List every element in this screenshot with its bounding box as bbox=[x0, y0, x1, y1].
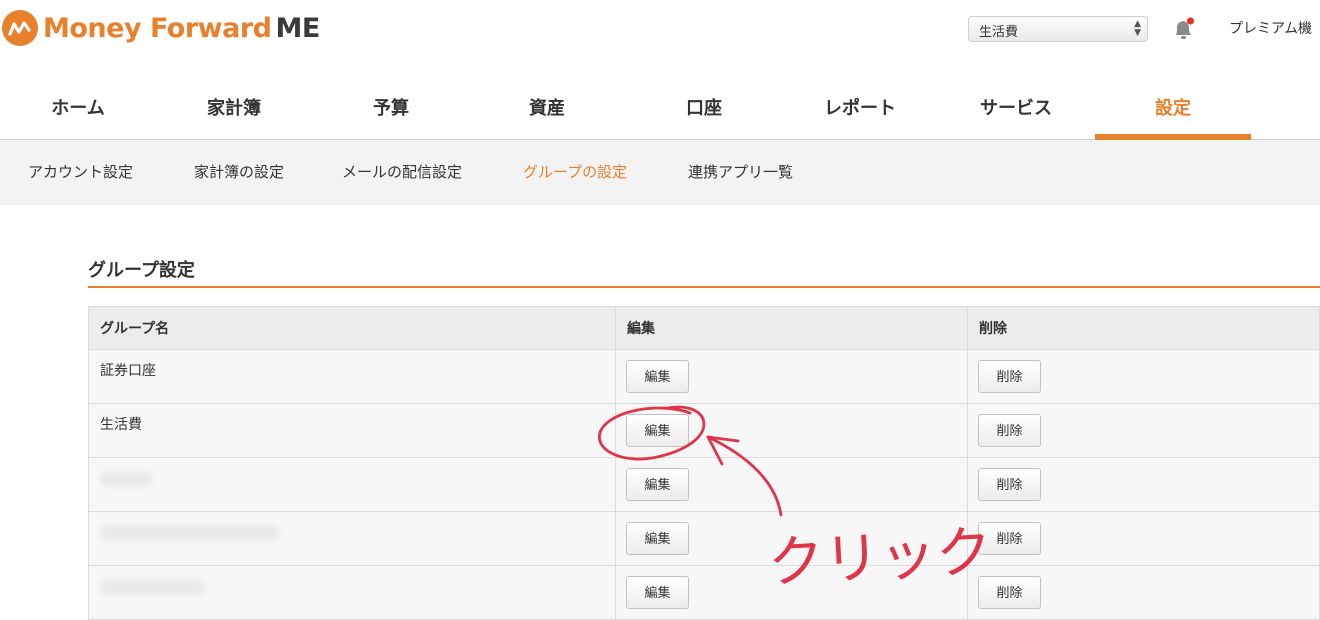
group-select-value: 生活費 bbox=[979, 25, 1019, 40]
delete-cell: 削除 bbox=[968, 350, 1320, 403]
group-name-cell bbox=[89, 458, 616, 511]
header-group-name: グループ名 bbox=[100, 321, 170, 337]
header-delete: 削除 bbox=[979, 321, 1007, 337]
table-row: 生活費 編集 削除 bbox=[89, 404, 1319, 458]
subnav-mail-settings[interactable]: メールの配信設定 bbox=[342, 161, 462, 182]
delete-button[interactable]: 削除 bbox=[978, 522, 1041, 555]
header-cell-delete: 削除 bbox=[968, 307, 1320, 349]
subnav-account-settings[interactable]: アカウント設定 bbox=[28, 161, 133, 182]
delete-button[interactable]: 削除 bbox=[978, 576, 1041, 609]
nav-accounts[interactable]: 口座 bbox=[626, 80, 782, 140]
group-select[interactable]: 生活費 ▲ ▼ bbox=[968, 16, 1148, 42]
nav-budget[interactable]: 予算 bbox=[313, 80, 469, 140]
delete-cell: 削除 bbox=[968, 404, 1320, 457]
delete-button[interactable]: 削除 bbox=[978, 414, 1041, 447]
header-cell-group-name: グループ名 bbox=[89, 307, 616, 349]
delete-cell: 削除 bbox=[968, 458, 1320, 511]
delete-cell: 削除 bbox=[968, 566, 1320, 619]
table-header-row: グループ名 編集 削除 bbox=[89, 307, 1319, 350]
notification-bell-icon[interactable] bbox=[1172, 16, 1196, 42]
section-divider bbox=[88, 286, 1320, 288]
logo[interactable]: Money Forward ME bbox=[2, 10, 320, 46]
edit-button[interactable]: 編集 bbox=[626, 576, 689, 609]
nav-report[interactable]: レポート bbox=[782, 80, 938, 140]
logo-mark-icon bbox=[2, 10, 38, 46]
logo-brand: Money Forward bbox=[43, 12, 272, 44]
header: Money Forward ME 生活費 ▲ ▼ プレミアム機 bbox=[0, 0, 1320, 70]
delete-button[interactable]: 削除 bbox=[978, 468, 1041, 501]
edit-cell: 編集 bbox=[616, 404, 968, 457]
table-row: 編集 削除 bbox=[89, 566, 1319, 620]
edit-cell: 編集 bbox=[616, 350, 968, 403]
nav-assets[interactable]: 資産 bbox=[469, 80, 625, 140]
blurred-group-name bbox=[100, 526, 280, 540]
edit-button[interactable]: 編集 bbox=[626, 468, 689, 501]
edit-button[interactable]: 編集 bbox=[626, 360, 689, 393]
header-cell-edit: 編集 bbox=[616, 307, 968, 349]
subnav-linked-apps[interactable]: 連携アプリ一覧 bbox=[688, 161, 793, 182]
delete-button[interactable]: 削除 bbox=[978, 360, 1041, 393]
section-title: グループ設定 bbox=[88, 260, 195, 281]
premium-link[interactable]: プレミアム機 bbox=[1229, 18, 1312, 38]
table-row: 編集 削除 bbox=[89, 458, 1319, 512]
table-row: 編集 削除 bbox=[89, 512, 1319, 566]
group-name-cell: 生活費 bbox=[89, 404, 616, 457]
edit-button[interactable]: 編集 bbox=[626, 522, 689, 555]
nav-services[interactable]: サービス bbox=[938, 80, 1094, 140]
nav-household-book[interactable]: 家計簿 bbox=[156, 80, 312, 140]
nav-home[interactable]: ホーム bbox=[0, 80, 156, 140]
select-arrows-icon: ▲ ▼ bbox=[1134, 19, 1141, 38]
group-table: グループ名 編集 削除 証券口座 編集 削除 生活費 編集 削除 編集 削除 編… bbox=[88, 306, 1320, 620]
subnav-household-settings[interactable]: 家計簿の設定 bbox=[194, 161, 284, 182]
logo-suffix: ME bbox=[275, 12, 320, 44]
logo-text: Money Forward ME bbox=[43, 13, 320, 44]
edit-button[interactable]: 編集 bbox=[626, 414, 689, 447]
group-name: 証券口座 bbox=[100, 363, 156, 379]
group-name: 生活費 bbox=[100, 417, 142, 433]
group-name-cell: 証券口座 bbox=[89, 350, 616, 403]
blurred-group-name bbox=[100, 472, 152, 486]
settings-subnav: アカウント設定 家計簿の設定 メールの配信設定 グループの設定 連携アプリ一覧 bbox=[0, 140, 1320, 205]
table-row: 証券口座 編集 削除 bbox=[89, 350, 1319, 404]
group-name-cell bbox=[89, 566, 616, 619]
edit-cell: 編集 bbox=[616, 458, 968, 511]
delete-cell: 削除 bbox=[968, 512, 1320, 565]
blurred-group-name bbox=[100, 580, 205, 594]
global-nav: ホーム 家計簿 予算 資産 口座 レポート サービス 設定 bbox=[0, 80, 1320, 140]
group-name-cell bbox=[89, 512, 616, 565]
edit-cell: 編集 bbox=[616, 566, 968, 619]
subnav-group-settings[interactable]: グループの設定 bbox=[523, 161, 627, 182]
nav-settings[interactable]: 設定 bbox=[1095, 80, 1251, 140]
header-edit: 編集 bbox=[627, 321, 655, 337]
edit-cell: 編集 bbox=[616, 512, 968, 565]
